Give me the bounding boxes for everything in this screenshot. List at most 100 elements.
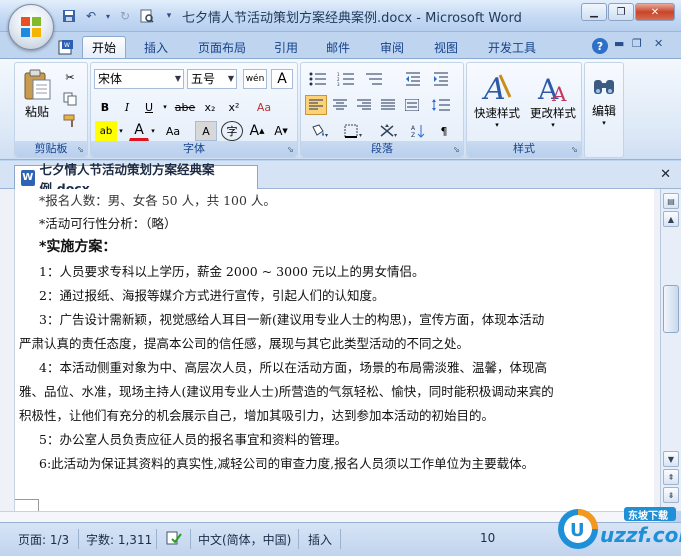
- proofing-icon[interactable]: [166, 531, 182, 548]
- binoculars-icon: [594, 79, 614, 94]
- font-color-button[interactable]: A: [129, 121, 149, 141]
- styles-launcher-icon[interactable]: ⬂: [571, 145, 578, 154]
- tab-view[interactable]: 视图: [428, 36, 464, 58]
- insert-mode-indicator[interactable]: 插入: [308, 531, 332, 548]
- change-styles-icon: AA: [537, 73, 567, 105]
- document-area[interactable]: *报名人数：男、女各 50 人，共 100 人。 *活动可行性分析：（略） *实…: [0, 189, 660, 511]
- print-preview-icon[interactable]: [138, 7, 156, 25]
- bullets-icon[interactable]: [305, 69, 331, 89]
- scroll-down-icon[interactable]: ▼: [663, 451, 679, 467]
- sort-icon[interactable]: AZ: [407, 121, 429, 141]
- font-launcher-icon[interactable]: ⬂: [287, 145, 294, 154]
- svg-text:▾: ▾: [325, 132, 328, 138]
- underline-button[interactable]: U: [139, 97, 159, 117]
- previous-page-icon[interactable]: ⇞: [663, 469, 679, 485]
- justify-icon[interactable]: [377, 95, 399, 115]
- show-marks-icon[interactable]: ¶: [433, 121, 455, 141]
- minimize-button[interactable]: ▁: [581, 3, 607, 21]
- subscript-button[interactable]: x₂: [199, 97, 221, 117]
- tab-developer[interactable]: 开发工具: [482, 36, 542, 58]
- chevron-down-icon: ▾: [495, 121, 499, 129]
- numbering-icon[interactable]: 123: [333, 69, 359, 89]
- document-tab[interactable]: W 七夕情人节活动策划方案经典案例.docx: [14, 162, 258, 196]
- distributed-icon[interactable]: [401, 95, 423, 115]
- character-shading-button[interactable]: A: [195, 121, 217, 141]
- ribbon-minimize-icon[interactable]: ▬: [614, 37, 624, 50]
- document-page[interactable]: *报名人数：男、女各 50 人，共 100 人。 *活动可行性分析：（略） *实…: [14, 189, 654, 511]
- window-controls: ▁ ❐ ✕: [580, 3, 675, 21]
- status-divider: [298, 529, 299, 549]
- scroll-up-icon[interactable]: ▲: [663, 211, 679, 227]
- enclose-characters-button[interactable]: 字: [221, 121, 243, 141]
- paragraph-launcher-icon[interactable]: ⬂: [453, 145, 460, 154]
- tab-mailings[interactable]: 邮件: [320, 36, 356, 58]
- increase-indent-icon[interactable]: [429, 69, 453, 89]
- help-icon[interactable]: ?: [592, 38, 608, 54]
- font-size-combo[interactable]: 五号 ▼: [187, 69, 237, 89]
- shading-icon[interactable]: ▾: [305, 121, 335, 141]
- character-border-button[interactable]: A: [271, 69, 293, 89]
- highlight-dropdown-icon[interactable]: ▾: [117, 121, 125, 141]
- align-left-icon[interactable]: [305, 95, 327, 115]
- doc-line-1: *报名人数：男、女各 50 人，共 100 人。: [39, 190, 276, 209]
- close-button[interactable]: ✕: [635, 3, 675, 21]
- doc-line-6: 严肃认真的责任态度，提高本公司的信任感，展现与其它此类型活动的不同之处。: [19, 336, 470, 351]
- paste-label: 粘贴: [24, 104, 49, 119]
- undo-dropdown-icon[interactable]: ▾: [104, 7, 112, 25]
- change-styles-button[interactable]: AA 更改样式 ▾: [525, 65, 581, 135]
- italic-button[interactable]: I: [117, 97, 137, 117]
- strikethrough-button[interactable]: abe: [173, 97, 197, 117]
- highlight-button[interactable]: ab: [95, 121, 117, 141]
- font-color-dropdown-icon[interactable]: ▾: [149, 121, 157, 141]
- qat-customize-icon[interactable]: ▾: [160, 7, 178, 25]
- format-painter-icon[interactable]: [57, 111, 83, 131]
- paste-button[interactable]: 粘贴: [17, 65, 57, 123]
- word-count[interactable]: 字数: 1,311: [86, 531, 152, 548]
- vertical-scrollbar[interactable]: ▤ ▲ ▼ ⇞ ⇟: [660, 189, 681, 511]
- save-icon[interactable]: [60, 7, 78, 25]
- close-doc-icon[interactable]: ✕: [654, 37, 663, 50]
- cut-icon[interactable]: ✂: [57, 67, 83, 87]
- shrink-font-button[interactable]: A ▼: [271, 121, 291, 141]
- tab-insert[interactable]: 插入: [136, 36, 176, 58]
- line-spacing-icon[interactable]: [425, 95, 457, 115]
- chinese-layout-icon[interactable]: ▾: [375, 121, 403, 141]
- scroll-thumb[interactable]: [663, 285, 679, 333]
- align-center-icon[interactable]: [329, 95, 351, 115]
- font-name-combo[interactable]: 宋体 ▼: [94, 69, 184, 89]
- restore-button[interactable]: ❐: [608, 3, 634, 21]
- superscript-button[interactable]: x²: [223, 97, 245, 117]
- tab-page-layout[interactable]: 页面布局: [192, 36, 252, 58]
- underline-dropdown-icon[interactable]: ▾: [161, 97, 169, 117]
- multilevel-list-icon[interactable]: [361, 69, 387, 89]
- tab-home[interactable]: 开始: [82, 36, 126, 58]
- quick-styles-button[interactable]: A 快速样式 ▾: [469, 65, 525, 135]
- close-tab-icon[interactable]: ✕: [660, 167, 671, 182]
- language-indicator[interactable]: 中文(简体，中国): [198, 531, 291, 548]
- change-case-button[interactable]: Aa: [161, 121, 185, 141]
- zoom-level[interactable]: 10: [480, 531, 495, 545]
- editing-button[interactable]: 编辑 ▾: [587, 67, 621, 135]
- grow-font-button[interactable]: A ▲: [247, 121, 267, 141]
- clipboard-group-label: 剪贴板: [15, 141, 87, 157]
- office-button[interactable]: [8, 4, 54, 50]
- clipboard-launcher-icon[interactable]: ⬂: [77, 145, 84, 154]
- restore-doc-icon[interactable]: ❐: [632, 37, 642, 50]
- clear-formatting-button[interactable]: Aa: [251, 97, 277, 117]
- editing-group: 编辑 ▾: [584, 62, 624, 158]
- align-right-icon[interactable]: [353, 95, 375, 115]
- decrease-indent-icon[interactable]: [401, 69, 425, 89]
- ruler-toggle-icon[interactable]: ▤: [663, 193, 679, 209]
- page-count[interactable]: 页面: 1/3: [18, 531, 69, 548]
- bold-button[interactable]: B: [95, 97, 115, 117]
- copy-icon[interactable]: [57, 89, 83, 109]
- tab-review[interactable]: 审阅: [374, 36, 410, 58]
- redo-icon[interactable]: ↻: [116, 7, 134, 25]
- document-tab-bar: W 七夕情人节活动策划方案经典案例.docx ✕: [0, 161, 681, 196]
- phonetic-guide-button[interactable]: wén: [243, 69, 267, 89]
- borders-icon[interactable]: ▾: [339, 121, 369, 141]
- word-doc-icon: W: [56, 36, 76, 58]
- undo-icon[interactable]: ↶: [82, 7, 100, 25]
- quick-styles-icon: A: [481, 72, 512, 105]
- tab-references[interactable]: 引用: [268, 36, 304, 58]
